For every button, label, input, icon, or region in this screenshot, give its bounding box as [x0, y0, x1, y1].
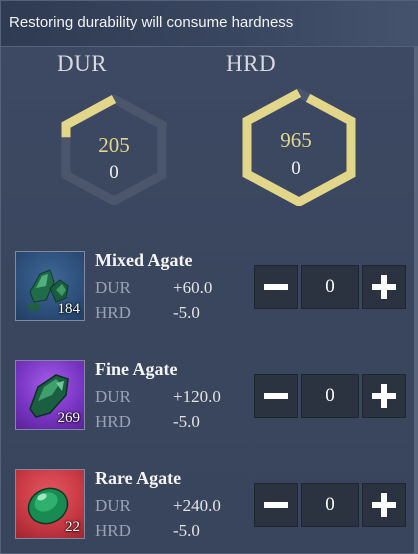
- dur-label: DUR: [95, 278, 131, 297]
- hrd-delta: -5.0: [173, 521, 200, 540]
- dur-title: DUR: [57, 51, 108, 76]
- quantity-field[interactable]: 0: [301, 483, 359, 527]
- hrd-label: HRD: [95, 412, 131, 431]
- dur-delta: +240.0: [173, 496, 221, 515]
- hrd-label: HRD: [95, 521, 131, 540]
- dur-value: 205: [98, 133, 130, 157]
- dur-delta: +120.0: [173, 387, 221, 406]
- item-row-fine-agate: 269 Fine Agate DUR +120.0 HRD -5.0 0: [15, 359, 415, 432]
- hrd-delta: -5.0: [173, 412, 200, 431]
- hrd-value: 965: [280, 128, 312, 152]
- item-name: Mixed Agate: [95, 250, 193, 270]
- quantity-field[interactable]: 0: [301, 374, 359, 418]
- item-icon-frame[interactable]: 22: [15, 469, 85, 539]
- panel-header: Restoring durability will consume hardne…: [1, 1, 418, 47]
- item-count: 184: [57, 301, 81, 317]
- item-name: Rare Agate: [95, 468, 182, 488]
- restore-durability-panel: Restoring durability will consume hardne…: [0, 0, 418, 554]
- decrease-button[interactable]: [254, 374, 298, 418]
- plus-icon: [372, 275, 396, 299]
- item-icon-frame[interactable]: 184: [15, 251, 85, 321]
- hrd-delta: -5.0: [173, 303, 200, 322]
- hrd-label: HRD: [95, 303, 131, 322]
- dur-label: DUR: [95, 387, 131, 406]
- header-text: Restoring durability will consume hardne…: [9, 14, 294, 31]
- increase-button[interactable]: [362, 374, 406, 418]
- minus-icon: [264, 284, 288, 290]
- dur-sub-value: 0: [109, 162, 119, 183]
- quantity-field[interactable]: 0: [301, 265, 359, 309]
- item-count: 269: [57, 410, 81, 426]
- decrease-button[interactable]: [254, 265, 298, 309]
- minus-icon: [264, 393, 288, 399]
- minus-icon: [264, 502, 288, 508]
- item-row-rare-agate: 22 Rare Agate DUR +240.0 HRD -5.0 0: [15, 468, 415, 541]
- dur-fill-arc: [61, 95, 117, 138]
- plus-icon: [372, 493, 396, 517]
- increase-button[interactable]: [362, 265, 406, 309]
- increase-button[interactable]: [362, 483, 406, 527]
- item-icon-frame[interactable]: 269: [15, 360, 85, 430]
- decrease-button[interactable]: [254, 483, 298, 527]
- hrd-title: HRD: [226, 51, 277, 76]
- hrd-sub-value: 0: [291, 158, 301, 179]
- dur-label: DUR: [95, 496, 131, 515]
- plus-icon: [372, 384, 396, 408]
- item-name: Fine Agate: [95, 359, 178, 379]
- item-count: 22: [65, 519, 80, 535]
- item-row-mixed-agate: 184 Mixed Agate DUR +60.0 HRD -5.0 0: [15, 250, 415, 323]
- dur-delta: +60.0: [173, 278, 213, 297]
